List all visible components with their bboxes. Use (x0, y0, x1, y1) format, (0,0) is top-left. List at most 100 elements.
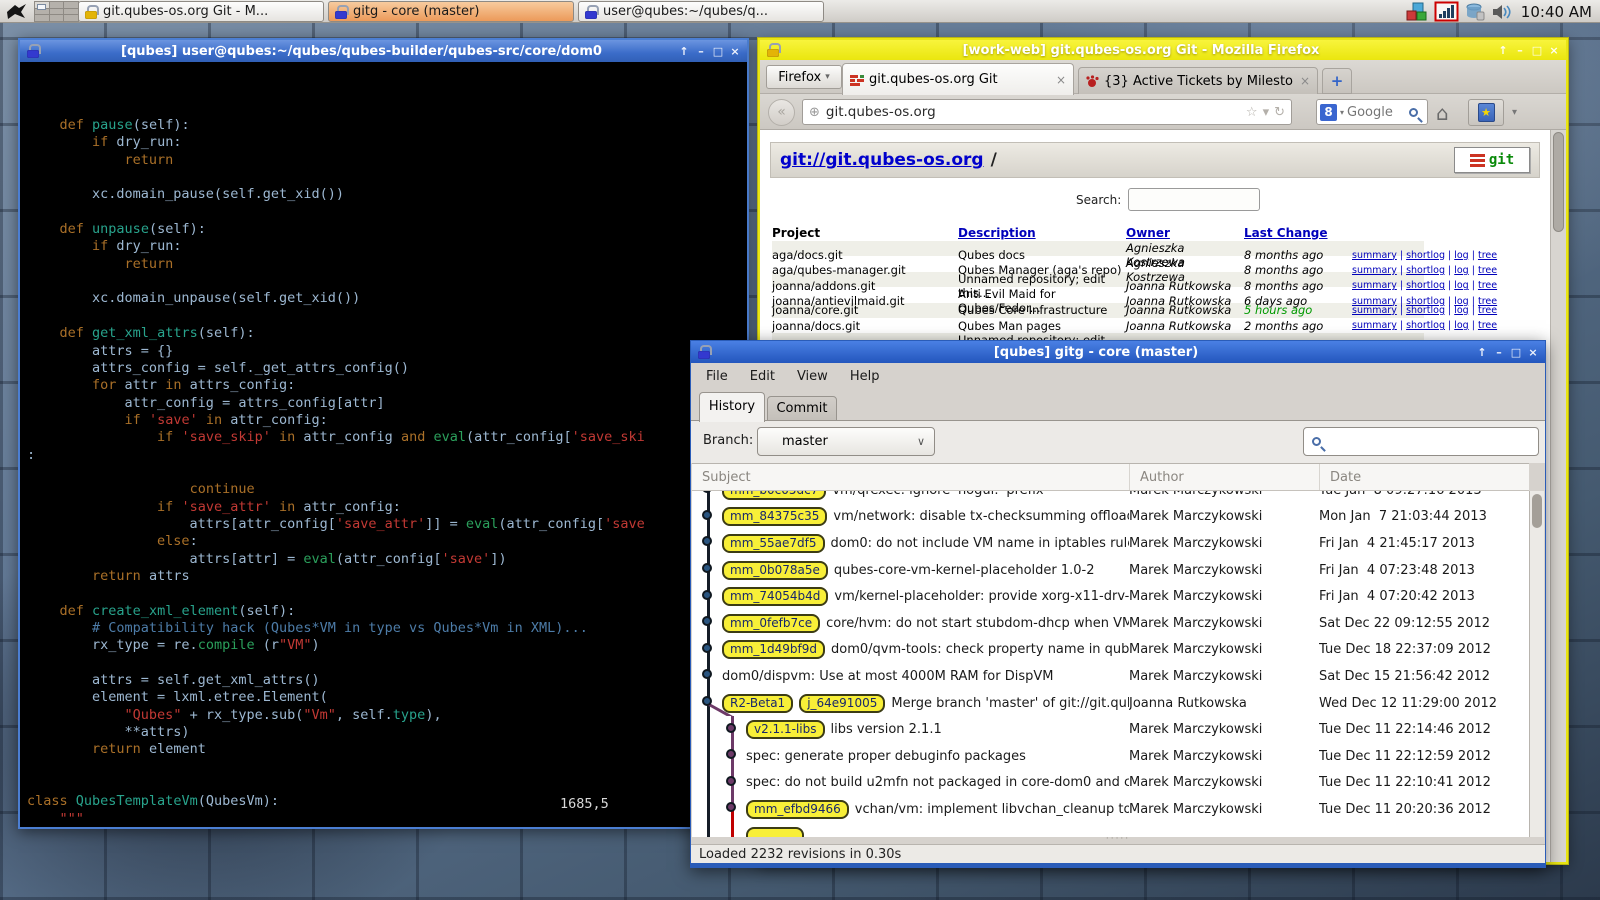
repo-project[interactable]: joanna/addons.git (772, 279, 958, 293)
commit-row[interactable]: mm_0b078a5equbes-core-vm-kernel-placehol… (692, 557, 1529, 584)
firefox-scrollbar[interactable] (1550, 130, 1566, 862)
commit-row[interactable]: mm_84375c35vm/network: disable tx-checks… (692, 504, 1529, 531)
url-input[interactable] (826, 104, 1246, 120)
taskbar-button[interactable]: git.qubes-os.org Git - M... (78, 1, 324, 22)
qubes-manager-icon[interactable] (1406, 2, 1429, 22)
close-button[interactable]: × (1526, 346, 1540, 359)
repo-link-shortlog[interactable]: shortlog (1406, 320, 1445, 331)
column-header-lastchange[interactable]: Last Change (1244, 226, 1352, 240)
chevron-down-icon[interactable]: ▾ (1512, 107, 1517, 118)
tab-close-icon[interactable]: × (1056, 73, 1066, 87)
bookmarks-button[interactable]: ★ (1468, 99, 1504, 126)
network-icon[interactable] (1434, 1, 1459, 22)
gitweb-logo[interactable]: git (1454, 147, 1530, 173)
close-button[interactable]: × (728, 45, 742, 58)
gitg-scrollbar[interactable] (1529, 491, 1544, 837)
repo-link-tree[interactable]: tree (1478, 305, 1497, 316)
minimize-button[interactable]: – (1513, 44, 1527, 57)
search-magnifier-icon[interactable] (1409, 108, 1418, 117)
menu-help[interactable]: Help (839, 365, 891, 388)
repo-link-summary[interactable]: summary (1352, 250, 1397, 261)
tab-history[interactable]: History (699, 392, 765, 422)
repo-link-summary[interactable]: summary (1352, 280, 1397, 291)
gitweb-search-input[interactable] (1128, 188, 1260, 211)
tab-close-icon[interactable]: × (1300, 74, 1310, 88)
repo-link-log[interactable]: log (1454, 280, 1468, 291)
repo-link-summary[interactable]: summary (1352, 265, 1397, 276)
scrollbar-thumb[interactable] (1532, 494, 1542, 528)
repo-project[interactable]: joanna/core.git (772, 303, 958, 317)
repo-link-shortlog[interactable]: shortlog (1406, 250, 1445, 261)
commit-row[interactable]: mm_1d49bf9ddom0/qvm-tools: check propert… (692, 637, 1529, 664)
tab-trac[interactable]: {3} Active Tickets by Milesto... × (1078, 67, 1318, 95)
tab-gitweb[interactable]: git.qubes-os.org Git × (842, 63, 1074, 95)
repo-link-log[interactable]: log (1454, 250, 1468, 261)
repo-link-log[interactable]: log (1454, 320, 1468, 331)
column-header-description[interactable]: Description (958, 226, 1126, 240)
repo-link-tree[interactable]: tree (1478, 320, 1497, 331)
repo-row[interactable]: joanna/core.gitQubes Core Infrastructure… (772, 303, 1424, 318)
gitweb-home-link[interactable]: git://git.qubes-os.org (780, 150, 984, 170)
back-button[interactable]: « (768, 99, 795, 126)
repo-link-log[interactable]: log (1454, 265, 1468, 276)
home-icon[interactable]: ⌂ (1436, 101, 1449, 125)
column-header-subject[interactable]: Subject (692, 464, 1129, 490)
taskbar-button[interactable]: user@qubes:~/qubes/q... (578, 1, 824, 22)
repo-link-tree[interactable]: tree (1478, 280, 1497, 291)
repo-link-summary[interactable]: summary (1352, 320, 1397, 331)
url-bar[interactable]: ⊕ ☆ ▾ ↻ (802, 99, 1292, 125)
terminal-code[interactable]: 1685,5 def pause(self): if dry_run: retu… (20, 62, 747, 827)
menu-file[interactable]: File (695, 365, 739, 388)
volume-icon[interactable] (1491, 3, 1513, 21)
minimize-button[interactable]: – (694, 45, 708, 58)
close-button[interactable]: × (1547, 44, 1561, 57)
shade-button[interactable]: ↑ (677, 45, 691, 58)
firefox-menu-button[interactable]: Firefox ▾ (766, 65, 842, 89)
commit-list[interactable]: mm_b0c05dc7vm/qrexec: ignore 'nogui:' pr… (692, 491, 1529, 837)
repo-project[interactable]: aga/qubes-manager.git (772, 263, 958, 277)
workspace-pager[interactable] (34, 1, 79, 22)
repo-link-shortlog[interactable]: shortlog (1406, 280, 1445, 291)
repo-row[interactable]: joanna/docs.gitQubes Man pagesJoanna Rut… (772, 318, 1424, 333)
taskbar-button[interactable]: gitg - core (master) (328, 1, 574, 22)
commit-row[interactable]: mm_55ae7df5dom0: do not include VM name … (692, 530, 1529, 557)
firefox-titlebar[interactable]: [work-web] git.qubes-os.org Git - Mozill… (760, 40, 1566, 60)
commit-row[interactable]: dom0/dispvm: Use at most 4000M RAM for D… (692, 663, 1529, 690)
repo-link-log[interactable]: log (1454, 305, 1468, 316)
repo-row[interactable]: aga/docs.gitQubes docsAgnieszka Kostrzew… (772, 241, 1424, 256)
commit-row[interactable]: v2.1.1-libslibs version 2.1.1Marek Marcz… (692, 716, 1529, 743)
repo-link-tree[interactable]: tree (1478, 265, 1497, 276)
terminal-titlebar[interactable]: [qubes] user@qubes:~/qubes/qubes-builder… (20, 40, 747, 62)
commit-row[interactable]: mm_b0c05dc7vm/qrexec: ignore 'nogui:' pr… (692, 491, 1529, 504)
menu-view[interactable]: View (786, 365, 839, 388)
minimize-button[interactable]: – (1492, 346, 1506, 359)
gitg-titlebar[interactable]: [qubes] gitg - core (master) ↑ – □ × (691, 341, 1545, 363)
commit-row[interactable]: spec: generate proper debuginfo packages… (692, 743, 1529, 770)
column-header-date[interactable]: Date (1319, 464, 1529, 490)
repo-link-summary[interactable]: summary (1352, 305, 1397, 316)
gitg-search-input[interactable] (1327, 434, 1538, 449)
commit-row[interactable]: mm_0fefb7cecore/hvm: do not start stubdo… (692, 610, 1529, 637)
repo-link-shortlog[interactable]: shortlog (1406, 305, 1445, 316)
search-bar[interactable]: 8 ▾ (1316, 99, 1428, 125)
repo-link-shortlog[interactable]: shortlog (1406, 265, 1445, 276)
scrollbar-thumb[interactable] (1553, 132, 1564, 232)
menu-edit[interactable]: Edit (739, 365, 786, 388)
iconify-desktop-icon[interactable] (5, 2, 29, 21)
shade-button[interactable]: ↑ (1496, 44, 1510, 57)
commit-row[interactable]: R2-Beta1j_64e91005Merge branch 'master' … (692, 690, 1529, 717)
maximize-button[interactable]: □ (1530, 44, 1544, 57)
tab-commit[interactable]: Commit (767, 396, 837, 422)
column-header-owner[interactable]: Owner (1126, 226, 1244, 240)
commit-row[interactable]: mm_74054b4dvm/kernel-placeholder: provid… (692, 583, 1529, 610)
repo-project[interactable]: joanna/docs.git (772, 319, 958, 333)
maximize-button[interactable]: □ (1509, 346, 1523, 359)
search-engine-icon[interactable]: 8 (1320, 104, 1337, 121)
bookmark-star-icon[interactable]: ☆ (1246, 105, 1258, 120)
disk-icon[interactable] (1464, 2, 1486, 22)
chevron-down-icon[interactable]: ▾ (1340, 108, 1344, 117)
repo-link-tree[interactable]: tree (1478, 250, 1497, 261)
gitg-search[interactable] (1303, 427, 1539, 456)
commit-row[interactable]: mm_efbd9466vchan/vm: implement libvchan_… (692, 796, 1529, 823)
chevron-down-icon[interactable]: ▾ (1263, 105, 1270, 120)
